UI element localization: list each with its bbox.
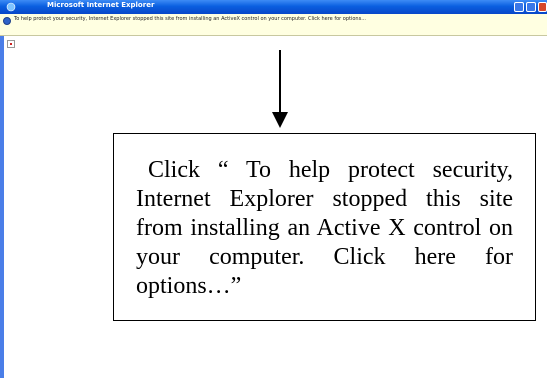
down-arrow-icon — [272, 50, 288, 128]
instruction-text: Click “ To help protect security, Intern… — [136, 157, 513, 299]
title-bar: Microsoft Internet Explorer — [0, 0, 547, 14]
close-button[interactable] — [538, 2, 547, 12]
shield-icon — [3, 17, 11, 25]
left-window-edge — [0, 36, 4, 378]
instruction-callout: Click “ To help protect security, Intern… — [113, 133, 536, 321]
internet-explorer-icon — [6, 2, 16, 12]
broken-activex-icon[interactable] — [7, 40, 15, 48]
maximize-button[interactable] — [526, 2, 536, 12]
minimize-button[interactable] — [514, 2, 524, 12]
window-title: Microsoft Internet Explorer — [47, 1, 155, 9]
information-bar[interactable]: To help protect your security, Internet … — [0, 14, 547, 36]
information-bar-message[interactable]: To help protect your security, Internet … — [14, 16, 366, 22]
